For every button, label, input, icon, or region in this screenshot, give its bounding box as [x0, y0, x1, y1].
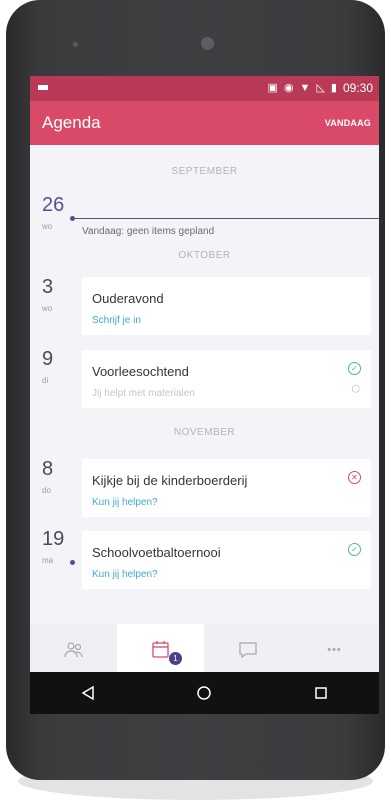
event-weekday: di: [42, 376, 49, 385]
event-day-number: 8: [42, 458, 54, 480]
event-action-link[interactable]: Kun jij helpen?: [92, 569, 158, 580]
month-header-september: SEPTEMBER: [171, 166, 238, 177]
event-day-number: 9: [42, 348, 54, 370]
event-day-number: 3: [42, 276, 54, 298]
event-weekday: ma: [42, 556, 54, 565]
today-line: [72, 218, 379, 219]
tab-people[interactable]: [30, 624, 117, 676]
month-header-november: NOVEMBER: [173, 427, 236, 438]
calendar-badge: 1: [169, 652, 182, 665]
sensor-dot: [73, 42, 78, 47]
event-action-link[interactable]: Kun jij helpen?: [92, 497, 158, 508]
event-title: Kijkje bij de kinderboerderij: [92, 473, 248, 488]
month-header-oktober: OKTOBER: [178, 250, 231, 261]
chat-icon: [238, 642, 257, 659]
back-icon: [81, 686, 94, 700]
screen-icon: ▣: [267, 82, 278, 94]
more-icon: •••: [327, 644, 342, 656]
event-card-schoolvoetbaltoernooi[interactable]: Schoolvoetbaltoernooi Kun jij helpen? ✓: [82, 531, 371, 589]
cross-icon: ✕: [348, 471, 361, 484]
today-day-number: 26: [42, 194, 65, 216]
page-title: Agenda: [42, 113, 101, 132]
status-time: 09:30: [342, 81, 373, 95]
event-weekday: do: [42, 486, 51, 495]
back-button[interactable]: [68, 678, 108, 708]
app-bar: Agenda VANDAAG: [30, 101, 379, 145]
event-marker-dot: [70, 560, 75, 565]
battery-icon: ▮: [330, 82, 337, 94]
phone-frame: ▣ ◉ ▼ ◺ ▮ 09:30 Agenda VANDAAG SEPTEMBER…: [6, 0, 385, 780]
tab-more[interactable]: •••: [291, 624, 378, 676]
event-card-voorleesochtend[interactable]: Voorleesochtend Jij helpt met materialen…: [82, 350, 371, 408]
event-title: Voorleesochtend: [92, 364, 189, 379]
today-empty-text: Vandaag: geen items gepland: [82, 226, 215, 237]
event-card-kinderboerderij[interactable]: Kijkje bij de kinderboerderij Kun jij he…: [82, 459, 371, 517]
today-button[interactable]: VANDAAG: [325, 118, 371, 128]
box-icon: ⬡: [351, 384, 360, 395]
recents-icon: [315, 687, 327, 699]
event-weekday: wo: [42, 304, 53, 313]
check-icon: ✓: [348, 543, 361, 556]
event-title: Schoolvoetbaltoernooi: [92, 545, 221, 560]
home-button[interactable]: [184, 678, 224, 708]
calendar-icon: [151, 641, 169, 658]
signal-icon: ◺: [316, 82, 325, 94]
front-camera: [201, 37, 214, 50]
tab-chat[interactable]: [204, 624, 291, 676]
event-subtitle: Jij helpt met materialen: [92, 388, 195, 399]
today-weekday: wo: [42, 222, 53, 231]
wifi-icon: ▼: [299, 82, 311, 94]
status-bar: ▣ ◉ ▼ ◺ ▮ 09:30: [30, 76, 379, 101]
notification-icon: [38, 85, 48, 90]
event-card-ouderavond[interactable]: Ouderavond Schrijf je in: [82, 277, 371, 335]
event-action-link[interactable]: Schrijf je in: [92, 315, 141, 326]
event-title: Ouderavond: [92, 291, 164, 306]
people-icon: [63, 642, 83, 658]
tab-calendar[interactable]: 1: [117, 624, 204, 676]
sync-icon: ◉: [283, 82, 294, 94]
android-nav-bar: [30, 672, 379, 714]
recents-button[interactable]: [301, 678, 341, 708]
home-icon: [197, 686, 212, 700]
bottom-tab-bar: 1 •••: [30, 624, 379, 676]
check-icon: ✓: [348, 362, 361, 375]
event-day-number: 19: [42, 528, 65, 550]
screen: ▣ ◉ ▼ ◺ ▮ 09:30 Agenda VANDAAG SEPTEMBER…: [30, 76, 379, 714]
